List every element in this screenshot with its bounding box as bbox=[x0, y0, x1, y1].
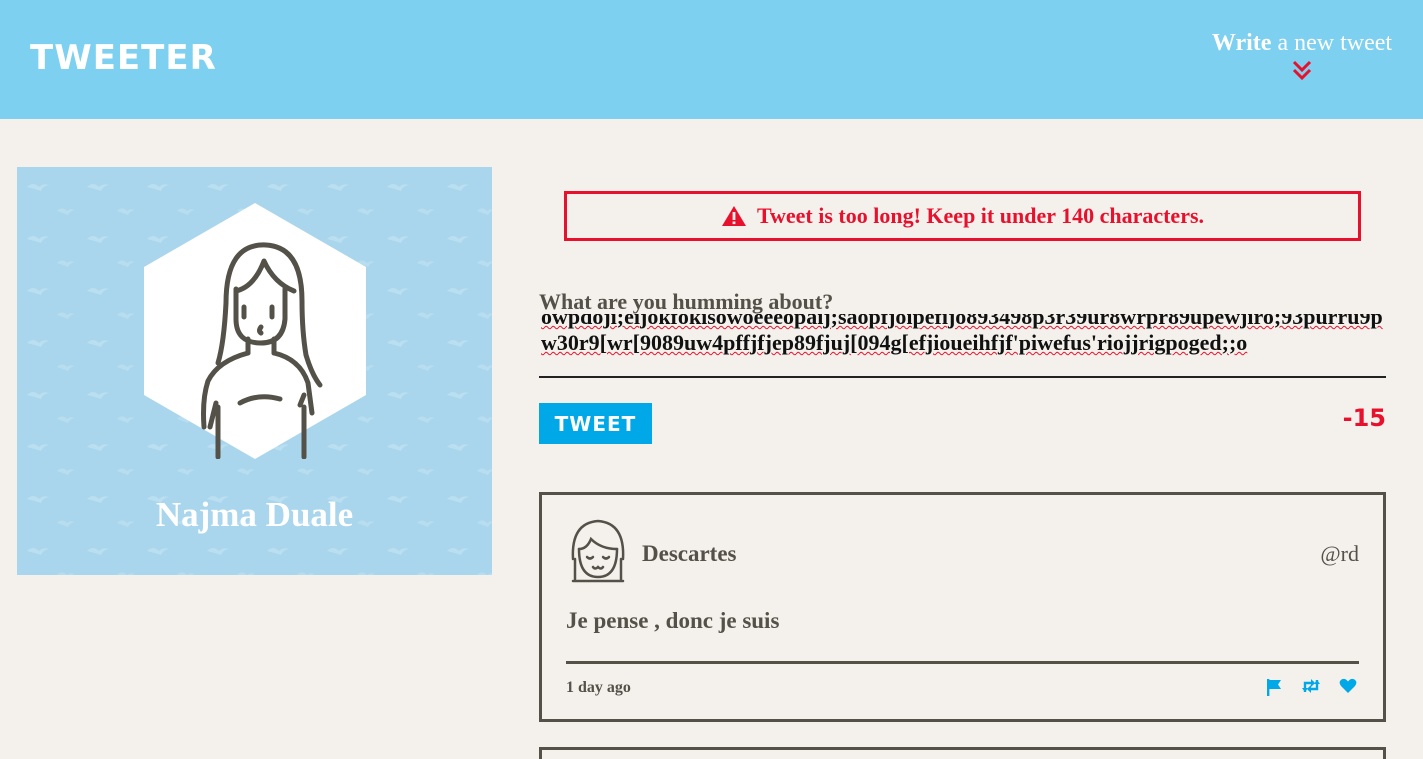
character-counter: -15 bbox=[1342, 404, 1386, 432]
profile-name: Najma Duale bbox=[155, 495, 354, 534]
tweet-textarea-text: owpdoji;eijokfokisowoeeeopaij;saopfjoipe… bbox=[541, 314, 1383, 355]
error-message: Tweet is too long! Keep it under 140 cha… bbox=[756, 203, 1205, 228]
compose-label: What are you humming about? bbox=[539, 289, 834, 314]
tweet-timestamp: 1 day ago bbox=[566, 679, 631, 696]
retweet-icon[interactable] bbox=[1301, 678, 1321, 696]
tweet-button[interactable]: Tweet bbox=[539, 403, 652, 444]
tweet-textarea[interactable]: owpdoji;eijokfokisowoeeeopaij;saopfjoipe… bbox=[539, 314, 1386, 378]
tweet-handle: @rd bbox=[1320, 541, 1359, 566]
tweet-actions bbox=[1266, 678, 1357, 696]
tweet-divider bbox=[566, 661, 1359, 664]
heart-icon[interactable] bbox=[1339, 678, 1357, 696]
tweet-content: Je pense , donc je suis bbox=[566, 608, 780, 633]
double-chevron-down-icon[interactable] bbox=[1292, 59, 1312, 81]
tweet-author: Descartes bbox=[642, 541, 737, 566]
warning-triangle-icon bbox=[721, 206, 746, 226]
write-new-tweet-toggle[interactable]: Write a new tweet bbox=[1207, 30, 1397, 81]
flag-icon[interactable] bbox=[1266, 678, 1283, 696]
profile-card: Najma Duale bbox=[17, 167, 492, 575]
write-new-tweet-label: Write a new tweet bbox=[1211, 30, 1393, 56]
user-avatar-icon bbox=[571, 519, 625, 583]
error-banner: Tweet is too long! Keep it under 140 cha… bbox=[564, 191, 1361, 241]
tweet-card: Descartes @rd Je pense , donc je suis 1 … bbox=[539, 492, 1386, 722]
top-nav: TWEETER Write a new tweet bbox=[0, 0, 1423, 119]
brand-logo: TWEETER bbox=[30, 38, 217, 78]
woman-avatar-icon bbox=[144, 203, 366, 459]
tweet-card bbox=[539, 747, 1386, 759]
